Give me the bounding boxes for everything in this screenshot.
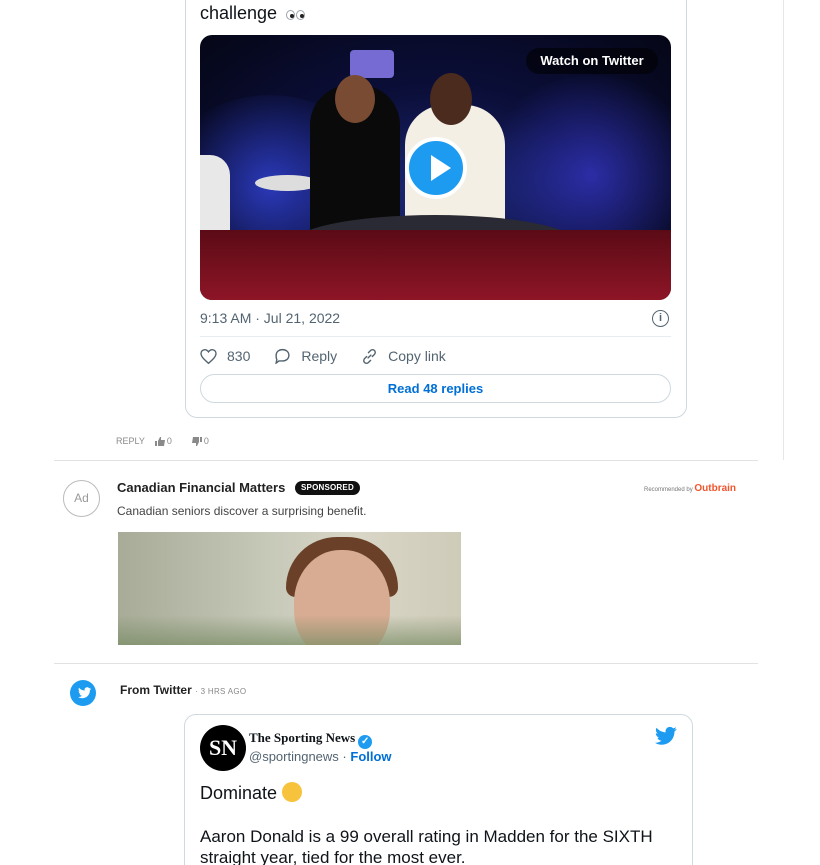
downvote-count: 0 [203, 436, 209, 446]
studio-logo [350, 50, 394, 78]
ad-badge: Ad [63, 480, 100, 517]
info-icon[interactable]: i [652, 310, 669, 327]
thumbs-down-icon [191, 436, 202, 446]
ad-image[interactable] [118, 532, 461, 645]
tweet-text-dominate: Dominate [200, 783, 278, 803]
section-divider [54, 460, 758, 461]
tweet-text-line: Dominate [200, 782, 303, 804]
comment-actions: REPLY 0 0 [116, 436, 229, 446]
tweet-divider [200, 336, 671, 337]
link-icon [363, 348, 377, 364]
tweet-timestamp[interactable]: 9:13 AM · Jul 21, 2022 [200, 310, 340, 326]
like-count: 830 [227, 348, 251, 364]
reply-button[interactable]: Reply [274, 348, 337, 364]
upvote-count: 0 [166, 436, 172, 446]
downvote-button[interactable]: 0 [191, 436, 219, 446]
outbrain-attribution[interactable]: Recommended by Outbrain [644, 483, 736, 494]
read-replies-button[interactable]: Read 48 replies [200, 374, 671, 403]
handle-separator: · [342, 749, 347, 764]
upvote-button[interactable]: 0 [154, 436, 182, 446]
tweet-text-body: Aaron Donald is a 99 overall rating in M… [200, 827, 653, 865]
time-ago: 3 HRS AGO [200, 687, 247, 696]
tweet-text: challenge [200, 2, 306, 25]
right-divider [783, 0, 784, 460]
reply-bubble-icon [275, 348, 290, 364]
reply-label: Reply [301, 348, 338, 364]
eyes-emoji [286, 3, 306, 25]
author-name-text: The Sporting News [249, 730, 356, 745]
heart-icon [200, 348, 217, 364]
flexed-biceps-emoji [282, 782, 303, 802]
thumbs-up-icon [154, 436, 165, 446]
twitter-bird-icon [70, 680, 96, 706]
watch-on-twitter-button[interactable]: Watch on Twitter [526, 48, 658, 74]
avatar[interactable]: SN [200, 725, 246, 771]
handle-link[interactable]: @sportingnews [249, 749, 339, 764]
ad-advertiser[interactable]: Canadian Financial Matters [117, 480, 285, 495]
tweet-author-name[interactable]: The Sporting News ✓ [249, 730, 373, 749]
verified-badge-icon: ✓ [358, 735, 373, 749]
outbrain-logo: Outbrain [694, 483, 737, 494]
tweet-author-handle: @sportingnews · Follow [249, 749, 392, 764]
recommended-by-label: Recommended by [644, 487, 693, 493]
copy-link-button[interactable]: Copy link [361, 348, 446, 365]
tweet-actions: 830 Reply Copy link [200, 346, 470, 366]
ad-description[interactable]: Canadian seniors discover a surprising b… [117, 504, 366, 518]
play-icon[interactable] [405, 137, 467, 199]
section-divider [54, 663, 758, 664]
follow-button[interactable]: Follow [350, 749, 391, 764]
twitter-bird-icon[interactable] [655, 726, 677, 751]
like-button[interactable]: 830 [200, 348, 250, 364]
from-twitter-label: From Twitter [120, 683, 192, 697]
copy-link-label: Copy link [388, 348, 446, 364]
from-twitter-header: From Twitter · 3 HRS AGO [120, 683, 247, 697]
sponsored-badge: SPONSORED [295, 481, 360, 495]
reply-link[interactable]: REPLY [116, 436, 145, 446]
